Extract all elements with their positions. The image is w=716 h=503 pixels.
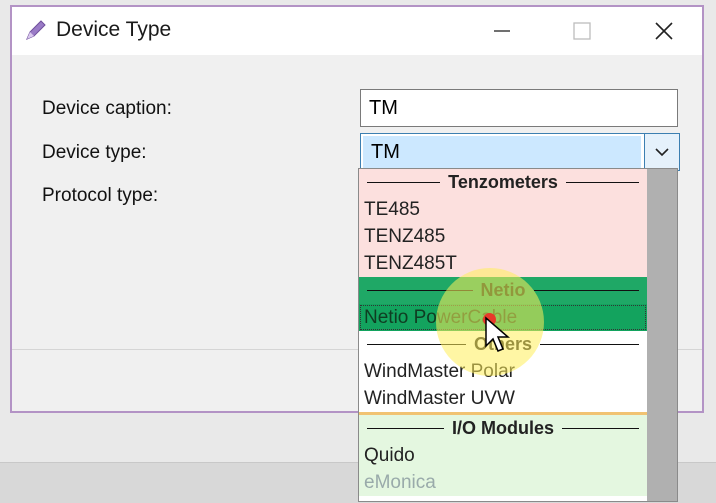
pen-icon <box>26 20 46 40</box>
list-item[interactable]: WindMaster UVW <box>359 385 647 412</box>
close-button[interactable] <box>634 7 694 55</box>
dropdown-scrollbar[interactable] <box>647 169 677 501</box>
list-item[interactable]: TENZ485 <box>359 223 647 250</box>
dropdown-toggle-button[interactable] <box>644 134 679 170</box>
list-item[interactable]: WindMaster Polar <box>359 358 647 385</box>
device-caption-input[interactable] <box>360 89 678 127</box>
device-caption-label: Device caption: <box>42 98 172 119</box>
list-item[interactable]: TE485 <box>359 196 647 223</box>
maximize-button[interactable] <box>552 7 612 55</box>
close-icon <box>655 22 673 40</box>
chevron-down-icon <box>655 148 669 157</box>
list-item[interactable]: TENZ485T <box>359 250 647 277</box>
protocol-type-label: Protocol type: <box>42 185 159 206</box>
device-type-dropdown-list[interactable]: Tenzometers TE485 TENZ485 TENZ485T Netio… <box>358 168 678 502</box>
group-header-netio: Netio <box>359 277 647 304</box>
device-type-value: TM <box>363 136 641 168</box>
group-header-tenzometers: Tenzometers <box>359 169 647 196</box>
device-type-select[interactable]: TM <box>360 133 680 171</box>
minimize-button[interactable] <box>472 7 532 55</box>
list-item[interactable]: eMonica <box>359 469 647 496</box>
window-title: Device Type <box>56 18 172 41</box>
minimize-icon <box>494 30 510 32</box>
device-type-label: Device type: <box>42 142 147 163</box>
title-bar: Device Type <box>12 7 702 55</box>
list-item[interactable]: Quido <box>359 442 647 469</box>
mouse-cursor-icon <box>485 316 511 352</box>
group-header-io-modules: I/O Modules <box>359 415 647 442</box>
maximize-icon <box>573 22 591 40</box>
